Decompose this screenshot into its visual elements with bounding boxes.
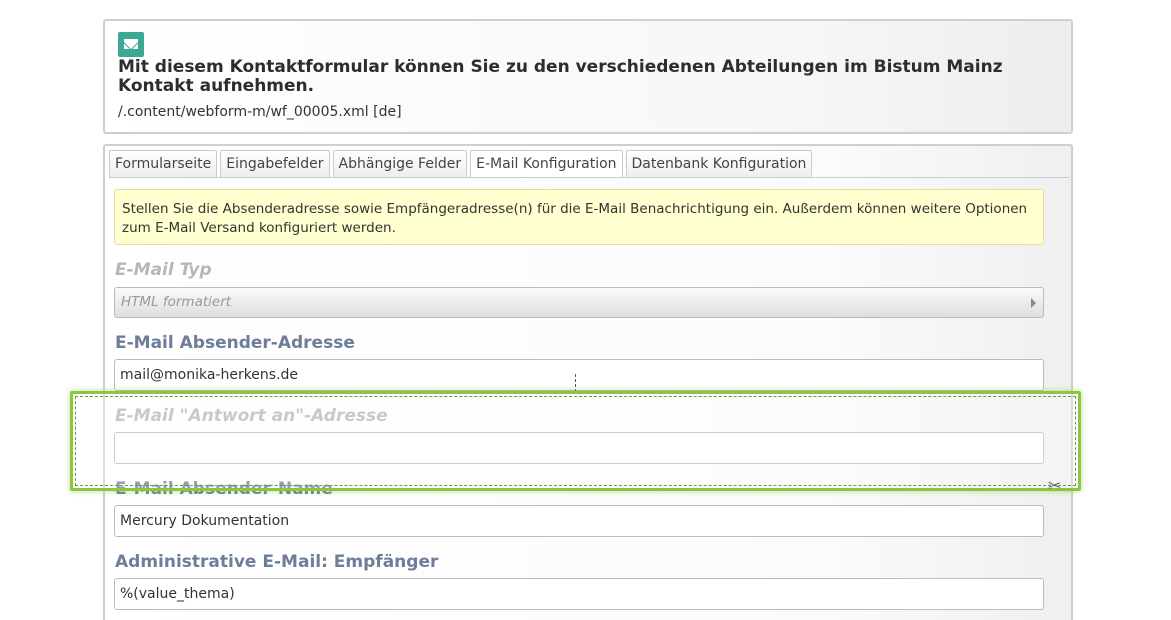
mail-icon — [118, 32, 144, 57]
drag-guide-line — [575, 374, 576, 392]
tab-abhaengige-felder[interactable]: Abhängige Felder — [332, 150, 468, 177]
tab-divider — [109, 177, 1069, 178]
info-message: Stellen Sie die Absenderadresse sowie Em… — [114, 189, 1044, 245]
form-editor-panel: Formularseite Eingabefelder Abhängige Fe… — [103, 144, 1073, 620]
sender-address-label: E-Mail Absender-Adresse — [115, 333, 355, 353]
sender-address-input[interactable] — [114, 359, 1044, 391]
sender-name-input[interactable] — [114, 505, 1044, 537]
tab-datenbank-konfiguration[interactable]: Datenbank Konfiguration — [625, 150, 813, 177]
tab-bar: Formularseite Eingabefelder Abhängige Fe… — [109, 150, 815, 178]
header-panel: Mit diesem Kontaktformular können Sie zu… — [103, 19, 1073, 134]
email-type-label: E-Mail Typ — [115, 260, 212, 280]
tab-eingabefelder[interactable]: Eingabefelder — [220, 150, 330, 177]
admin-recipient-input[interactable] — [114, 578, 1044, 610]
chevron-right-icon — [1031, 298, 1036, 308]
page-title: Mit diesem Kontaktformular können Sie zu… — [118, 57, 1003, 96]
resource-path: /.content/webform-m/wf_00005.xml [de] — [118, 104, 402, 120]
tab-email-konfiguration[interactable]: E-Mail Konfiguration — [470, 150, 623, 178]
admin-recipient-label: Administrative E-Mail: Empfänger — [115, 552, 439, 572]
tab-formularseite[interactable]: Formularseite — [109, 150, 218, 177]
scissors-icon[interactable]: ✂ — [1048, 478, 1070, 494]
drag-highlight-frame[interactable] — [70, 391, 1081, 491]
email-type-value: HTML formatiert — [121, 294, 232, 310]
email-type-select[interactable]: HTML formatiert — [114, 287, 1044, 318]
